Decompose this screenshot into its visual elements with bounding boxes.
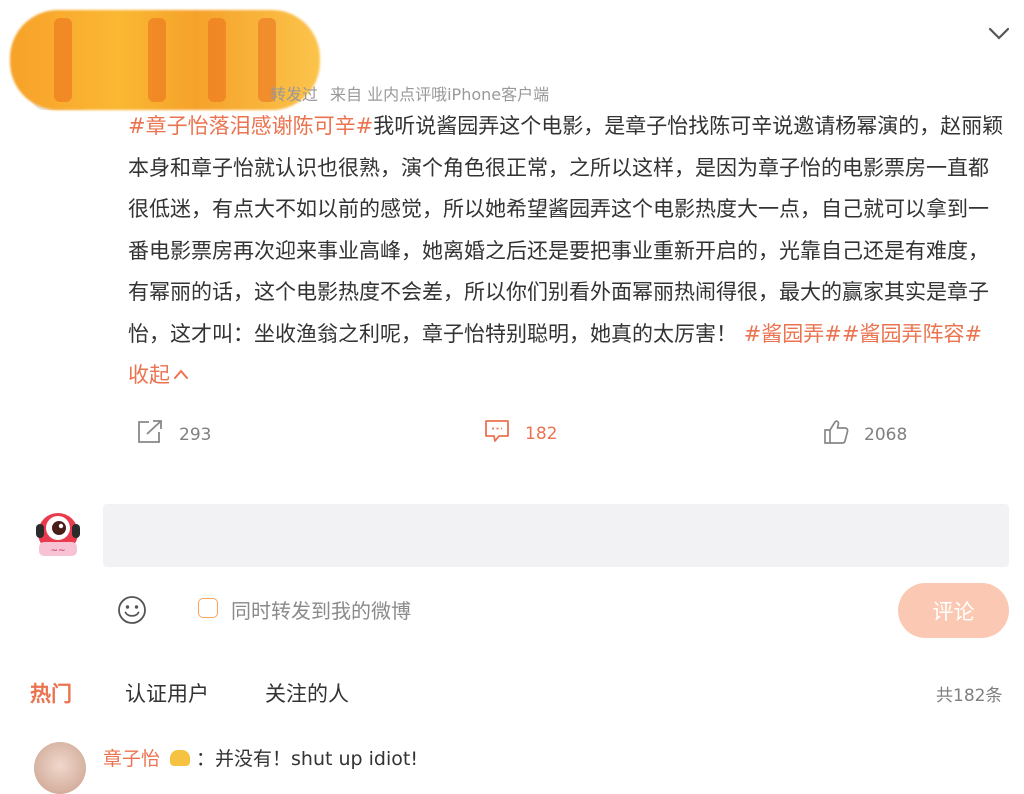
hashtag-link[interactable]: #酱园弄阵容#: [842, 322, 982, 346]
comment-input[interactable]: [103, 504, 1009, 567]
redacted-stripe: [148, 18, 166, 102]
chevron-down-icon[interactable]: [984, 22, 1014, 46]
like-button[interactable]: 2068: [822, 418, 907, 451]
comment-username[interactable]: 章子怡: [103, 748, 160, 770]
post-meta: 转发过 来自 业内点评哦iPhone客户端: [270, 81, 549, 105]
share-button[interactable]: 293: [135, 418, 211, 451]
current-user-avatar[interactable]: ~~: [30, 506, 86, 562]
repost-checkbox[interactable]: [198, 598, 218, 618]
emoji-icon[interactable]: [116, 594, 148, 626]
tab-following[interactable]: 关注的人: [265, 678, 349, 708]
share-count: 293: [179, 424, 212, 445]
hashtag-link[interactable]: #章子怡落泪感谢陈可辛#: [128, 114, 373, 138]
redacted-stripe: [54, 18, 72, 102]
collapse-up-icon: [170, 363, 189, 387]
like-count: 2068: [864, 424, 908, 445]
comment-count: 182: [525, 423, 558, 444]
svg-text:~~: ~~: [50, 546, 65, 556]
hashtag-link[interactable]: #酱园弄#: [744, 322, 842, 346]
repost-label[interactable]: 同时转发到我的微博: [231, 595, 411, 624]
comment-text: ：并没有！shut up idiot!: [196, 748, 418, 770]
post-body: #章子怡落泪感谢陈可辛#我听说酱园弄这个电影，是章子怡找陈可辛说邀请杨幂演的，赵…: [128, 106, 1008, 397]
comment-button[interactable]: 182: [483, 418, 557, 449]
comment-icon: [483, 418, 525, 449]
meta-action: 转发过: [270, 85, 319, 104]
avatar[interactable]: [34, 742, 86, 794]
tab-hot[interactable]: 热门: [30, 678, 72, 708]
thumbs-up-icon: [822, 418, 864, 451]
list-item: 章子怡 ：并没有！shut up idiot!: [103, 744, 418, 771]
comment-total: 共182条: [936, 686, 1003, 706]
vip-badge-icon: [170, 750, 191, 766]
tab-verified-users[interactable]: 认证用户: [125, 678, 209, 708]
submit-comment-button[interactable]: 评论: [898, 583, 1009, 638]
post-text: 我听说酱园弄这个电影，是章子怡找陈可辛说邀请杨幂演的，赵丽颖本身和章子怡就认识也…: [128, 114, 1004, 346]
meta-source[interactable]: 来自 业内点评哦iPhone客户端: [330, 85, 549, 104]
redacted-stripe: [208, 18, 226, 102]
share-icon: [135, 418, 179, 451]
collapse-label: 收起: [128, 363, 170, 387]
collapse-link[interactable]: 收起: [128, 363, 189, 387]
